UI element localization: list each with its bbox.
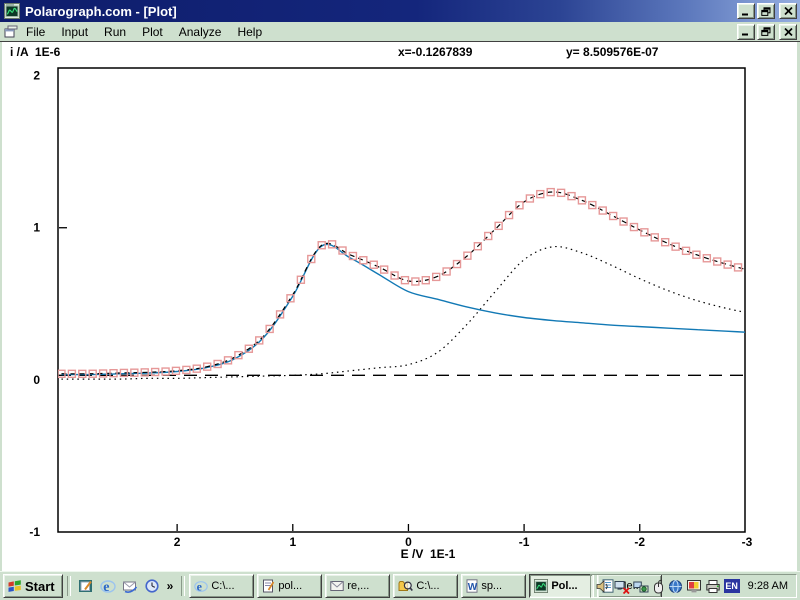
dialup-connection-icon[interactable]: [633, 579, 649, 594]
svg-text:2: 2: [174, 535, 181, 549]
task-button-sp[interactable]: W sp...: [461, 574, 526, 598]
menu-run[interactable]: Run: [96, 24, 134, 40]
task-label: Pol...: [551, 580, 577, 592]
menu-plot[interactable]: Plot: [134, 24, 171, 40]
taskbar-clock: 9:28 AM: [748, 580, 788, 592]
mouse-icon[interactable]: [652, 579, 665, 594]
taskbar-separator: [65, 576, 73, 596]
task-label: pol...: [278, 580, 302, 592]
menu-analyze[interactable]: Analyze: [171, 24, 230, 40]
task-button-strip: e C:\... pol... re,... C:\... W sp...: [189, 574, 587, 598]
task-button-re[interactable]: re,...: [325, 574, 390, 598]
window-title: Polarograph.com - [Plot]: [25, 4, 735, 19]
title-bar: Polarograph.com - [Plot]: [0, 0, 800, 22]
close-icon: [784, 7, 793, 15]
taskbar: Start e » e C:\...: [0, 571, 800, 600]
start-label: Start: [25, 579, 55, 594]
polarograph-scope-icon: [534, 579, 548, 593]
menu-help[interactable]: Help: [229, 24, 270, 40]
plot-canvas[interactable]: 2 1 0 -1 -2 -3 2 1 0 -1: [2, 42, 797, 571]
child-close-button[interactable]: [779, 24, 797, 40]
restore-icon: [761, 27, 771, 36]
svg-text:0: 0: [33, 373, 40, 387]
minimize-button[interactable]: [737, 3, 755, 19]
media-clock-icon[interactable]: [143, 576, 161, 596]
svg-text:-2: -2: [634, 535, 645, 549]
task-label: C:\...: [211, 580, 234, 592]
minimize-icon: [741, 7, 751, 16]
menu-input[interactable]: Input: [53, 24, 96, 40]
search-folder-icon: [398, 579, 413, 593]
task-button-ie[interactable]: e C:\...: [189, 574, 254, 598]
close-button[interactable]: [779, 3, 797, 19]
task-label: C:\...: [416, 580, 439, 592]
network-offline-icon[interactable]: [614, 579, 630, 594]
quick-launch-more-button[interactable]: »: [165, 579, 176, 593]
task-button-search[interactable]: C:\...: [393, 574, 458, 598]
svg-text:W: W: [468, 582, 478, 593]
child-minimize-button[interactable]: [737, 24, 755, 40]
outlook-express-icon[interactable]: [121, 576, 139, 596]
internet-explorer-icon: e: [194, 579, 208, 593]
menu-bar: File Input Run Plot Analyze Help: [0, 22, 800, 42]
svg-text:1: 1: [289, 535, 296, 549]
taskbar-separator: [179, 576, 187, 596]
restore-icon: [761, 7, 771, 16]
desktop: Polarograph.com - [Plot] File Input Run: [0, 0, 800, 600]
svg-text:-3: -3: [742, 535, 753, 549]
minimize-icon: [741, 27, 751, 36]
restore-button[interactable]: [757, 3, 775, 19]
system-tray: EN 9:28 AM: [590, 574, 797, 598]
start-button[interactable]: Start: [3, 574, 63, 598]
svg-text:e: e: [103, 580, 109, 594]
email-icon: [330, 580, 344, 592]
svg-text:-1: -1: [519, 535, 530, 549]
task-button-pol[interactable]: pol...: [257, 574, 322, 598]
volume-icon[interactable]: [596, 579, 611, 594]
close-icon: [784, 28, 793, 36]
language-indicator[interactable]: EN: [724, 579, 740, 593]
internet-explorer-icon[interactable]: e: [99, 576, 117, 596]
child-restore-button[interactable]: [757, 24, 775, 40]
printer-icon[interactable]: [705, 579, 721, 594]
internet-globe-icon[interactable]: [668, 579, 683, 594]
task-button-polarograph-active[interactable]: Pol...: [529, 574, 594, 598]
polarograph-app-icon[interactable]: [4, 3, 20, 19]
word-document-icon: W: [466, 579, 478, 593]
plot-window-menu-icon[interactable]: [4, 25, 18, 38]
display-settings-icon[interactable]: [686, 579, 702, 594]
show-desktop-icon[interactable]: [77, 576, 95, 596]
quick-launch-bar: e »: [75, 576, 178, 596]
svg-text:e: e: [197, 580, 203, 593]
plot-client-area: i /A 1E-6 x=-0.1267839 y= 8.509576E-07 E…: [0, 42, 800, 571]
svg-text:0: 0: [405, 535, 412, 549]
svg-text:1: 1: [33, 221, 40, 235]
menu-file[interactable]: File: [18, 24, 53, 40]
svg-text:2: 2: [33, 69, 40, 83]
svg-text:-1: -1: [29, 525, 40, 539]
windows-logo-icon: [7, 579, 22, 593]
task-label: re,...: [347, 580, 369, 592]
task-label: sp...: [481, 580, 502, 592]
document-pen-icon: [262, 579, 275, 593]
